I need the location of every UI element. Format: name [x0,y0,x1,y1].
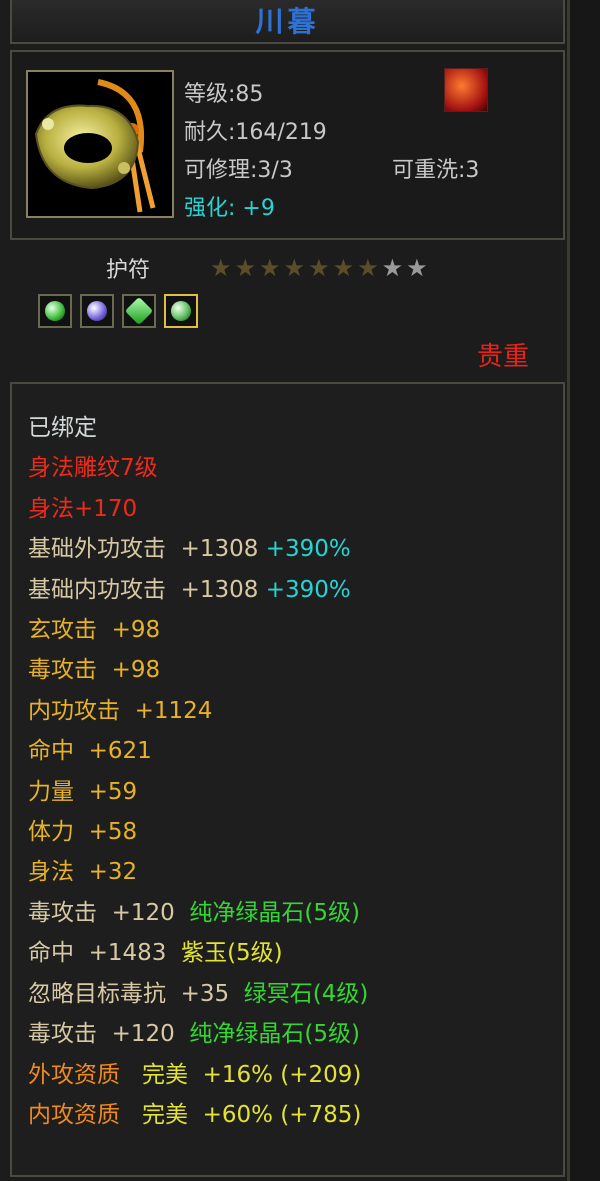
enhance-text: 强化: +9 [184,190,275,222]
gem-slot[interactable] [122,294,156,328]
quality-line: 外攻资质 完美 +16% (+209) [28,1061,362,1088]
property-line: 基础外功攻击 +1308 +390% [28,536,351,563]
enhance-value: +9 [242,196,275,221]
property-line: 基础内功攻击 +1308 +390% [28,576,351,603]
gem-property-line: 忽略目标毒抗 +35 绿冥石(4级) [28,980,369,1007]
level-text: 等级:85 [184,82,264,107]
title-bar: 川暮 [10,0,565,44]
item-name: 川暮 [255,5,320,38]
green-gem-icon [45,301,65,321]
gem-property-line: 毒攻击 +120 纯净绿晶石(5级) [28,899,361,926]
star-filled-icon: ★ [259,254,281,282]
quality-line: 内攻资质 完美 +60% (+785) [28,1101,362,1128]
fire-emblem-icon [444,68,488,112]
gem-slot[interactable] [38,294,72,328]
star-filled-icon: ★ [283,254,306,282]
item-tooltip: 川暮 等级:85 耐久:164/219 可修理:3/3 可重洗:3 强化: +9… [0,0,570,1181]
green-gem-icon [171,301,191,321]
star-empty-icon: ★ [406,254,428,282]
property-line: 玄攻击 +98 [28,617,161,644]
star-filled-icon: ★ [332,254,355,282]
item-type: 护符 [106,258,151,283]
property-line: 力量 +59 [28,778,138,805]
type-section: 护符 ★ ★ ★ ★ ★ ★ ★ ★ ★ 贵重 [10,244,565,376]
star-empty-icon: ★ [381,254,404,282]
star-rating: ★ ★ ★ ★ ★ ★ ★ ★ ★ [210,256,428,280]
property-line: 内功攻击 +1124 [28,697,213,724]
star-filled-icon: ★ [234,254,257,282]
repairable-text: 可修理:3/3 [184,158,293,183]
durability-text: 耐久:164/219 [184,120,327,145]
property-line: 体力 +58 [28,819,138,846]
gem-slots [38,294,198,328]
star-filled-icon: ★ [308,254,330,282]
purple-gem-icon [87,301,107,321]
engraving-line: 身法雕纹7级 [28,455,158,482]
gem-property-line: 命中 +1483 紫玉(5级) [28,940,283,967]
rewash-text: 可重洗:3 [392,158,480,183]
gem-slot[interactable] [80,294,114,328]
engraving-bonus: 身法+170 [28,495,138,522]
enhance-label: 强化: [184,196,236,221]
gem-slot[interactable] [164,294,198,328]
item-icon-frame [26,70,174,218]
star-filled-icon: ★ [357,254,379,282]
green-crystal-icon [124,296,154,326]
gem-property-line: 毒攻击 +120 纯净绿晶石(5级) [28,1021,361,1048]
rarity-label: 贵重 [476,342,529,372]
property-line: 毒攻击 +98 [28,657,161,684]
item-header: 等级:85 耐久:164/219 可修理:3/3 可重洗:3 强化: +9 [10,50,565,240]
background-panel [570,0,600,1181]
property-line: 身法 +32 [28,859,138,886]
property-line: 命中 +621 [28,738,152,765]
star-filled-icon: ★ [210,254,232,282]
bound-status: 已绑定 [28,415,97,441]
amulet-icon [34,79,156,213]
properties-panel: 已绑定 身法雕纹7级 身法+170 基础外功攻击 +1308 +390% 基础内… [10,382,565,1177]
